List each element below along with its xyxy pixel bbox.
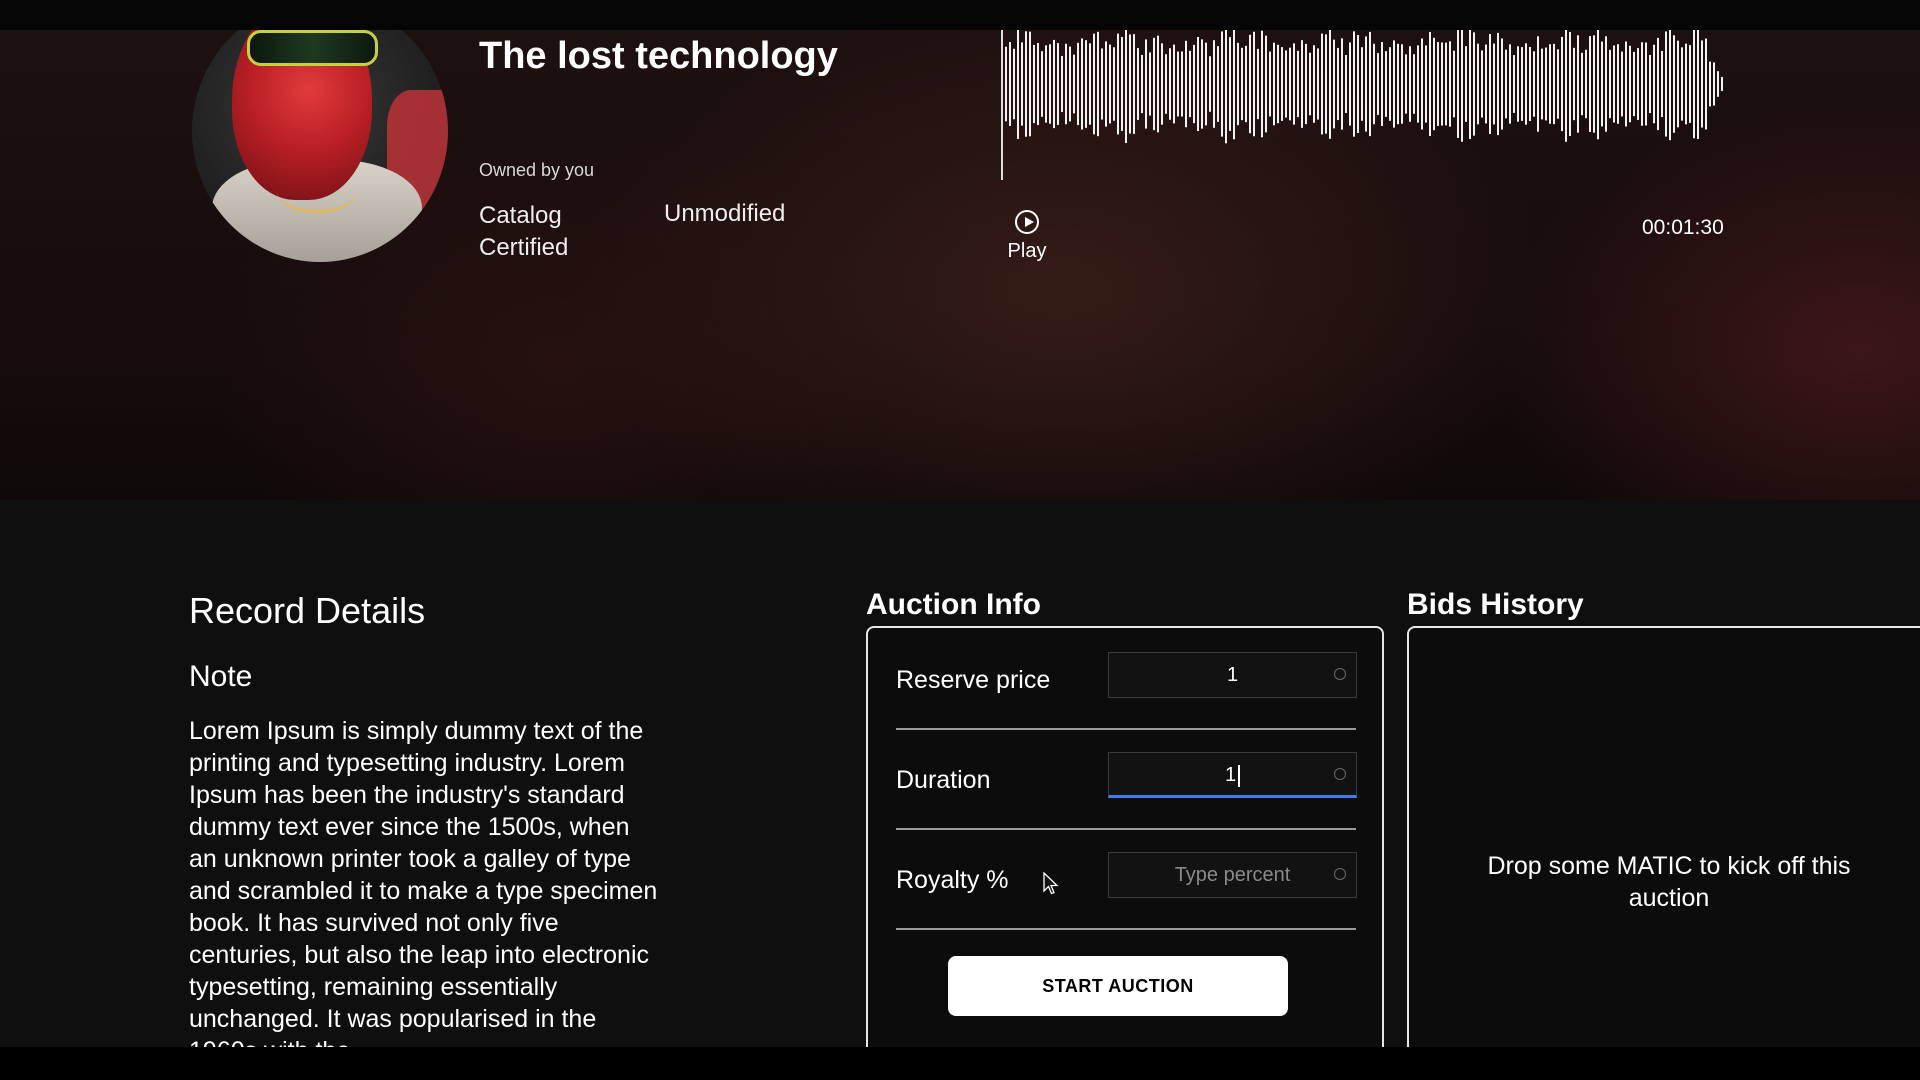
royalty-placeholder: Type percent xyxy=(1174,864,1291,886)
owner-label: Owned by you xyxy=(479,160,595,180)
track-duration: 00:01:30 xyxy=(1642,216,1724,239)
bids-history-panel: Drop some MATIC to kick off this auction xyxy=(1407,626,1920,1066)
duration-input[interactable]: 1 xyxy=(1108,752,1357,798)
play-label: Play xyxy=(1007,240,1047,262)
bids-empty-message: Drop some MATIC to kick off this auction xyxy=(1487,852,1851,912)
bottom-bar xyxy=(0,1047,1920,1080)
start-auction-button[interactable]: START AUCTION xyxy=(948,956,1288,1016)
top-bar xyxy=(0,0,1920,30)
duration-label: Duration xyxy=(896,766,991,794)
auction-info-title: Auction Info xyxy=(866,588,1041,621)
auction-info-panel: Reserve price 1 Duration 1 Royalty % Typ… xyxy=(866,626,1384,1066)
play-icon xyxy=(1015,210,1039,234)
field-spinner-icon[interactable] xyxy=(1334,868,1346,880)
play-button[interactable]: Play xyxy=(1000,210,1054,270)
tag-catalog-certified: Catalog Certified xyxy=(479,202,569,261)
record-details-title: Record Details xyxy=(189,590,426,631)
royalty-input[interactable]: Type percent xyxy=(1108,852,1357,898)
field-spinner-icon[interactable] xyxy=(1334,768,1346,780)
duration-row: Duration 1 xyxy=(896,728,1357,830)
track-hero: The lost technology Owned by you Catalog… xyxy=(0,30,1920,500)
text-caret xyxy=(1238,764,1241,787)
royalty-label: Royalty % xyxy=(896,866,1009,894)
artist-avatar xyxy=(192,30,448,262)
details-section: Record Details Note Lorem Ipsum is simpl… xyxy=(0,500,1920,1066)
field-spinner-icon[interactable] xyxy=(1334,668,1346,680)
reserve-price-value: 1 xyxy=(1226,664,1239,686)
note-title: Note xyxy=(189,660,253,693)
mouse-cursor-icon xyxy=(1043,872,1059,895)
reserve-price-input[interactable]: 1 xyxy=(1108,652,1357,698)
bids-history-title: Bids History xyxy=(1407,588,1584,621)
tag-unmodified: Unmodified xyxy=(664,200,786,227)
reserve-price-row: Reserve price 1 xyxy=(896,628,1357,730)
note-body: Lorem Ipsum is simply dummy text of the … xyxy=(189,717,658,1050)
royalty-row: Royalty % Type percent xyxy=(896,828,1357,930)
duration-value: 1 xyxy=(1224,764,1237,786)
waveform[interactable] xyxy=(1000,30,1730,180)
track-title: The lost technology xyxy=(479,35,838,77)
reserve-price-label: Reserve price xyxy=(896,666,1051,694)
